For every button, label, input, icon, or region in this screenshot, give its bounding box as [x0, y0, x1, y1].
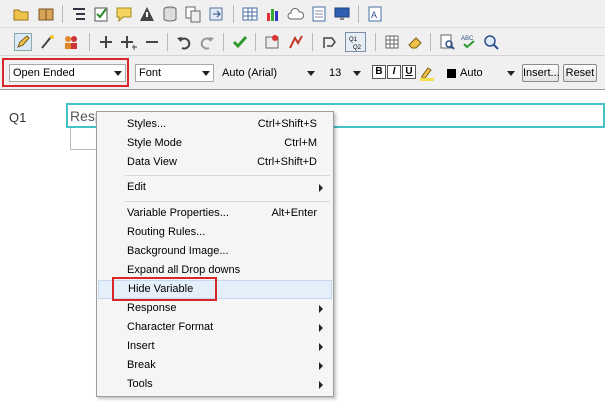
- menu-item-variable-properties[interactable]: Variable Properties... Alt+Enter: [98, 204, 332, 223]
- menu-item-character-format[interactable]: Character Format: [98, 318, 332, 337]
- style-dropdown[interactable]: Font: [135, 64, 214, 82]
- menu-separator: [125, 175, 330, 176]
- redo-icon[interactable]: [198, 33, 216, 51]
- document-icon[interactable]: [310, 5, 328, 23]
- question-label: Q1: [9, 110, 27, 125]
- menu-item-routing-rules[interactable]: Routing Rules...: [98, 223, 332, 242]
- menu-item-label: Character Format: [127, 321, 214, 333]
- menu-item-label: Data View: [127, 156, 177, 168]
- reset-button[interactable]: Reset: [563, 64, 597, 82]
- wand-icon[interactable]: [38, 33, 56, 51]
- book-icon[interactable]: [37, 5, 55, 23]
- menu-item-styles[interactable]: Styles... Ctrl+Shift+S: [98, 115, 332, 134]
- checklist-icon[interactable]: [92, 5, 110, 23]
- menu-item-label: Tools: [127, 378, 153, 390]
- font-dropdown[interactable]: Auto (Arial): [218, 64, 319, 82]
- q1-q2-icon[interactable]: Q1 Q2: [345, 32, 366, 52]
- chevron-down-icon: [202, 71, 210, 76]
- export-icon[interactable]: [207, 5, 225, 23]
- font-size-value: 13: [329, 67, 342, 79]
- text-color-dropdown[interactable]: Auto: [441, 64, 519, 82]
- spellcheck-icon[interactable]: ABC: [460, 33, 478, 51]
- comment-icon[interactable]: [115, 5, 133, 23]
- jump-icon[interactable]: [320, 33, 338, 51]
- open-folder-icon[interactable]: [12, 5, 30, 23]
- menu-item-label: Response: [127, 302, 177, 314]
- bar-chart-icon[interactable]: [264, 5, 282, 23]
- list-icon[interactable]: [70, 5, 88, 23]
- monitor-icon[interactable]: [333, 5, 351, 23]
- submenu-arrow-icon: [319, 324, 323, 332]
- svg-text:A: A: [371, 10, 377, 20]
- chevron-down-icon: [307, 71, 315, 76]
- font-size-dropdown[interactable]: 13: [325, 64, 365, 82]
- menu-item-tools[interactable]: Tools: [98, 375, 332, 394]
- color-swatch: [447, 69, 456, 78]
- svg-text:ABC: ABC: [461, 36, 474, 42]
- standard-toolbar: A: [0, 0, 605, 28]
- copy-icon[interactable]: [184, 5, 202, 23]
- submenu-arrow-icon: [319, 305, 323, 313]
- menu-item-shortcut: Ctrl+Shift+D: [257, 156, 317, 168]
- menu-item-label: Styles...: [127, 118, 167, 130]
- menu-item-label: Routing Rules...: [127, 226, 206, 238]
- menu-item-response[interactable]: Response: [98, 299, 332, 318]
- menu-item-label: Insert: [127, 340, 155, 352]
- cloud-icon[interactable]: [287, 5, 305, 23]
- svg-text:Q2: Q2: [353, 45, 362, 51]
- add-icon[interactable]: [97, 33, 115, 51]
- menu-item-label: Variable Properties...: [127, 207, 229, 219]
- menu-item-shortcut: Ctrl+Shift+S: [257, 118, 317, 130]
- menu-item-label: Edit: [127, 181, 146, 193]
- chevron-down-icon: [507, 71, 515, 76]
- grid-icon[interactable]: [383, 33, 401, 51]
- properties-icon[interactable]: [263, 33, 281, 51]
- submenu-arrow-icon: [319, 184, 323, 192]
- style-value: Font: [139, 67, 162, 79]
- bold-button[interactable]: B: [372, 65, 386, 79]
- underline-button[interactable]: U: [402, 65, 416, 79]
- italic-button[interactable]: I: [387, 65, 401, 79]
- routing-icon[interactable]: [287, 33, 305, 51]
- design-mode-icon[interactable]: [14, 33, 32, 51]
- remove-icon[interactable]: [143, 33, 161, 51]
- text-document-icon[interactable]: A: [366, 5, 384, 23]
- menu-item-shortcut: Ctrl+M: [284, 137, 317, 149]
- check-icon[interactable]: [231, 33, 249, 51]
- design-toolbar: Q1 Q2 ABC: [0, 28, 605, 56]
- context-menu: Styles... Ctrl+Shift+S Style Mode Ctrl+M…: [96, 111, 334, 397]
- submenu-arrow-icon: [319, 362, 323, 370]
- menu-item-background-image[interactable]: Background Image...: [98, 242, 332, 261]
- menu-item-insert[interactable]: Insert: [98, 337, 332, 356]
- menu-item-label: Style Mode: [127, 137, 183, 149]
- warning-icon[interactable]: [138, 5, 156, 23]
- database-icon[interactable]: [161, 5, 179, 23]
- highlight-box: [2, 58, 129, 87]
- users-icon[interactable]: [62, 33, 80, 51]
- submenu-arrow-icon: [319, 343, 323, 351]
- font-value: Auto (Arial): [222, 67, 278, 79]
- chevron-down-icon: [353, 71, 361, 76]
- menu-item-break[interactable]: Break: [98, 356, 332, 375]
- search-icon[interactable]: [482, 33, 500, 51]
- menu-item-label: Break: [127, 359, 156, 371]
- eraser-icon[interactable]: [406, 33, 424, 51]
- menu-item-label: Background Image...: [127, 245, 229, 257]
- submenu-arrow-icon: [319, 381, 323, 389]
- menu-separator: [125, 201, 330, 202]
- add-child-icon[interactable]: [120, 33, 138, 51]
- preview-icon[interactable]: [438, 33, 456, 51]
- menu-item-edit[interactable]: Edit: [98, 178, 332, 197]
- insert-button[interactable]: Insert...: [522, 64, 560, 82]
- svg-text:Q1: Q1: [349, 37, 358, 43]
- menu-item-shortcut: Alt+Enter: [271, 207, 317, 219]
- menu-item-label: Expand all Drop downs: [127, 264, 241, 276]
- menu-item-style-mode[interactable]: Style Mode Ctrl+M: [98, 134, 332, 153]
- highlight-color-icon[interactable]: [418, 64, 436, 82]
- text-color-value: Auto: [460, 67, 483, 79]
- highlight-box: [112, 277, 217, 301]
- undo-icon[interactable]: [175, 33, 193, 51]
- menu-item-data-view[interactable]: Data View Ctrl+Shift+D: [98, 153, 332, 172]
- table-icon[interactable]: [241, 5, 259, 23]
